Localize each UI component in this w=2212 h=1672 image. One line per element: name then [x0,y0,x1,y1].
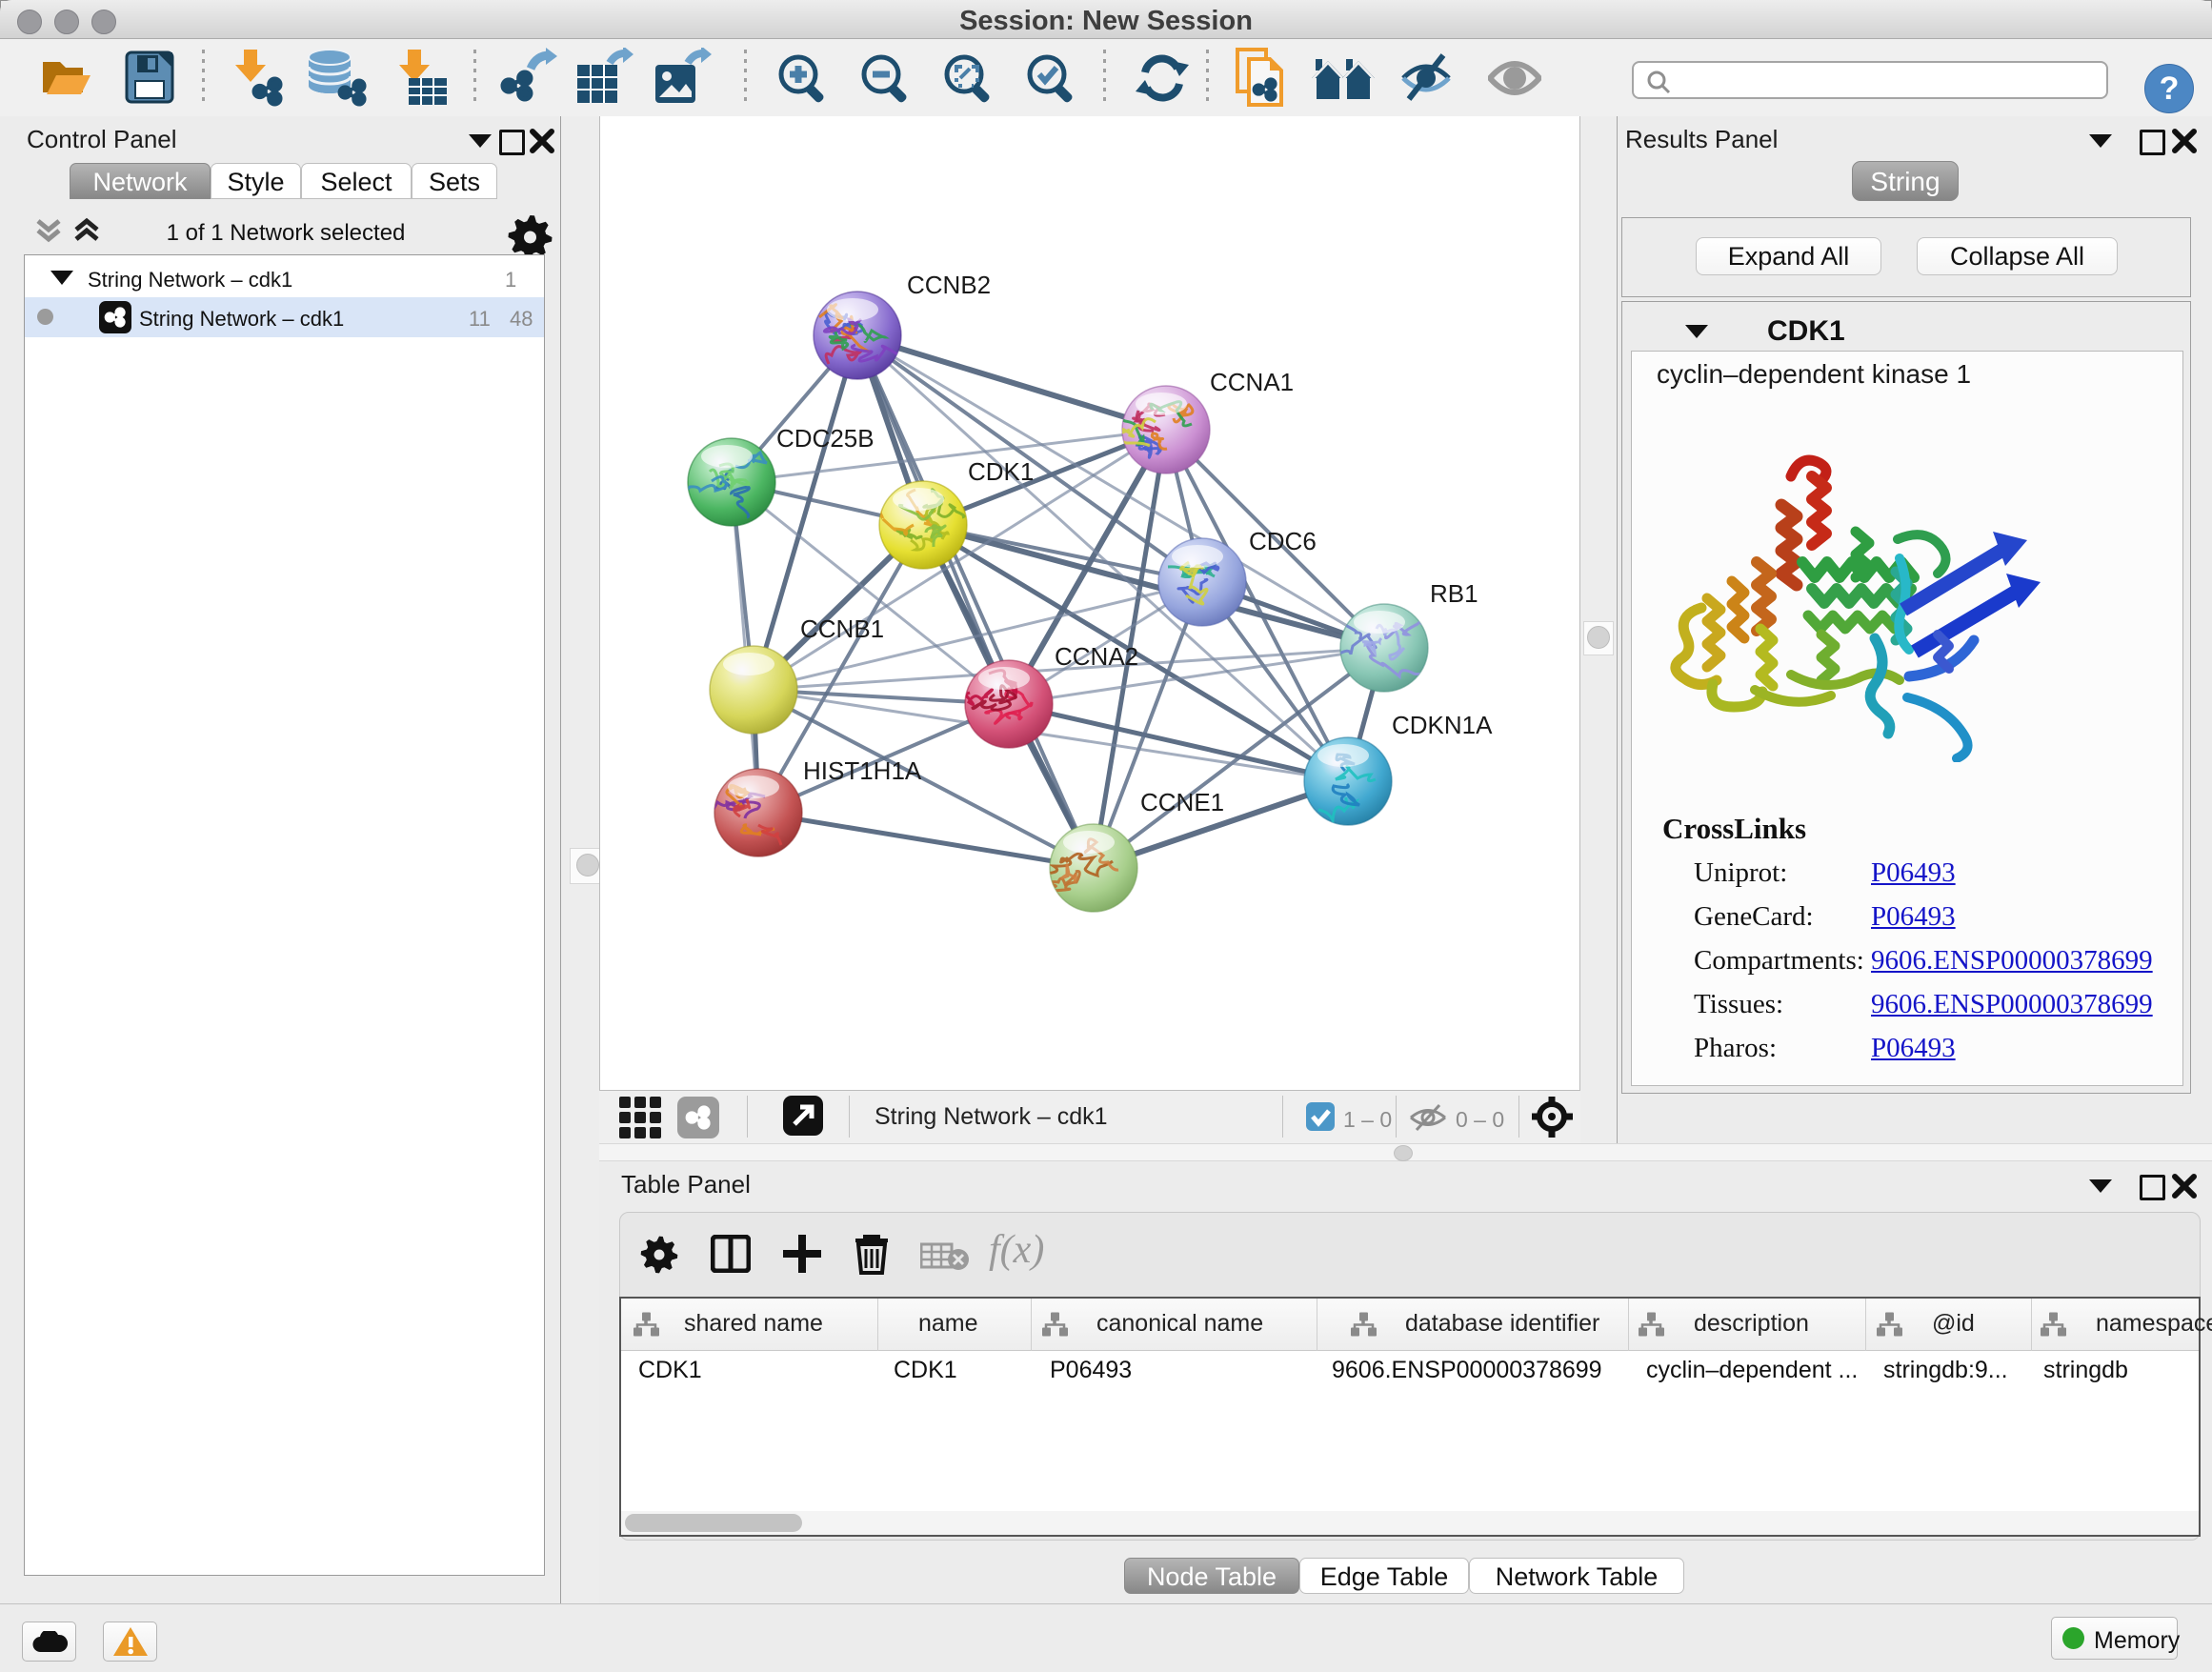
svg-text:RB1: RB1 [1430,579,1478,608]
svg-text:HIST1H1A: HIST1H1A [803,756,922,785]
svg-text:CCNB2: CCNB2 [907,271,991,299]
svg-text:CCNB1: CCNB1 [800,614,884,643]
svg-text:CCNE1: CCNE1 [1140,788,1224,816]
svg-text:CDK1: CDK1 [968,457,1034,486]
svg-text:CDKN1A: CDKN1A [1392,711,1493,739]
svg-text:CDC6: CDC6 [1249,527,1317,555]
svg-text:CDC25B: CDC25B [776,424,875,453]
svg-text:CCNA1: CCNA1 [1210,368,1294,396]
svg-text:CCNA2: CCNA2 [1055,642,1138,671]
